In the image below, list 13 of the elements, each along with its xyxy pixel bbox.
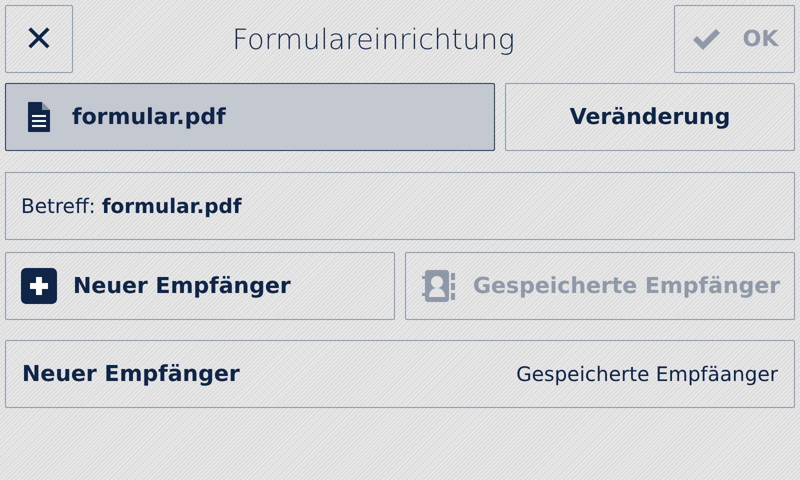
address-book-icon (421, 268, 457, 304)
window-title: Formulareinrichtung (231, 22, 516, 56)
recipient-row[interactable]: Neuer Empfänger Gespeicherte Empfäanger (5, 340, 795, 408)
new-recipient-button[interactable]: Neuer Empfänger (5, 252, 395, 320)
check-icon (690, 27, 721, 51)
subject-field[interactable]: Betreff: formular.pdf (5, 172, 795, 240)
document-icon (28, 102, 50, 132)
change-button[interactable]: Veränderung (505, 83, 795, 151)
recipient-label: Neuer Empfänger (22, 362, 240, 386)
close-button[interactable]: ✕ (5, 5, 73, 73)
plus-icon (21, 268, 57, 304)
saved-recipients-label: Gespeicherte Empfäanger (516, 362, 778, 386)
file-button[interactable]: formular.pdf (5, 83, 495, 151)
